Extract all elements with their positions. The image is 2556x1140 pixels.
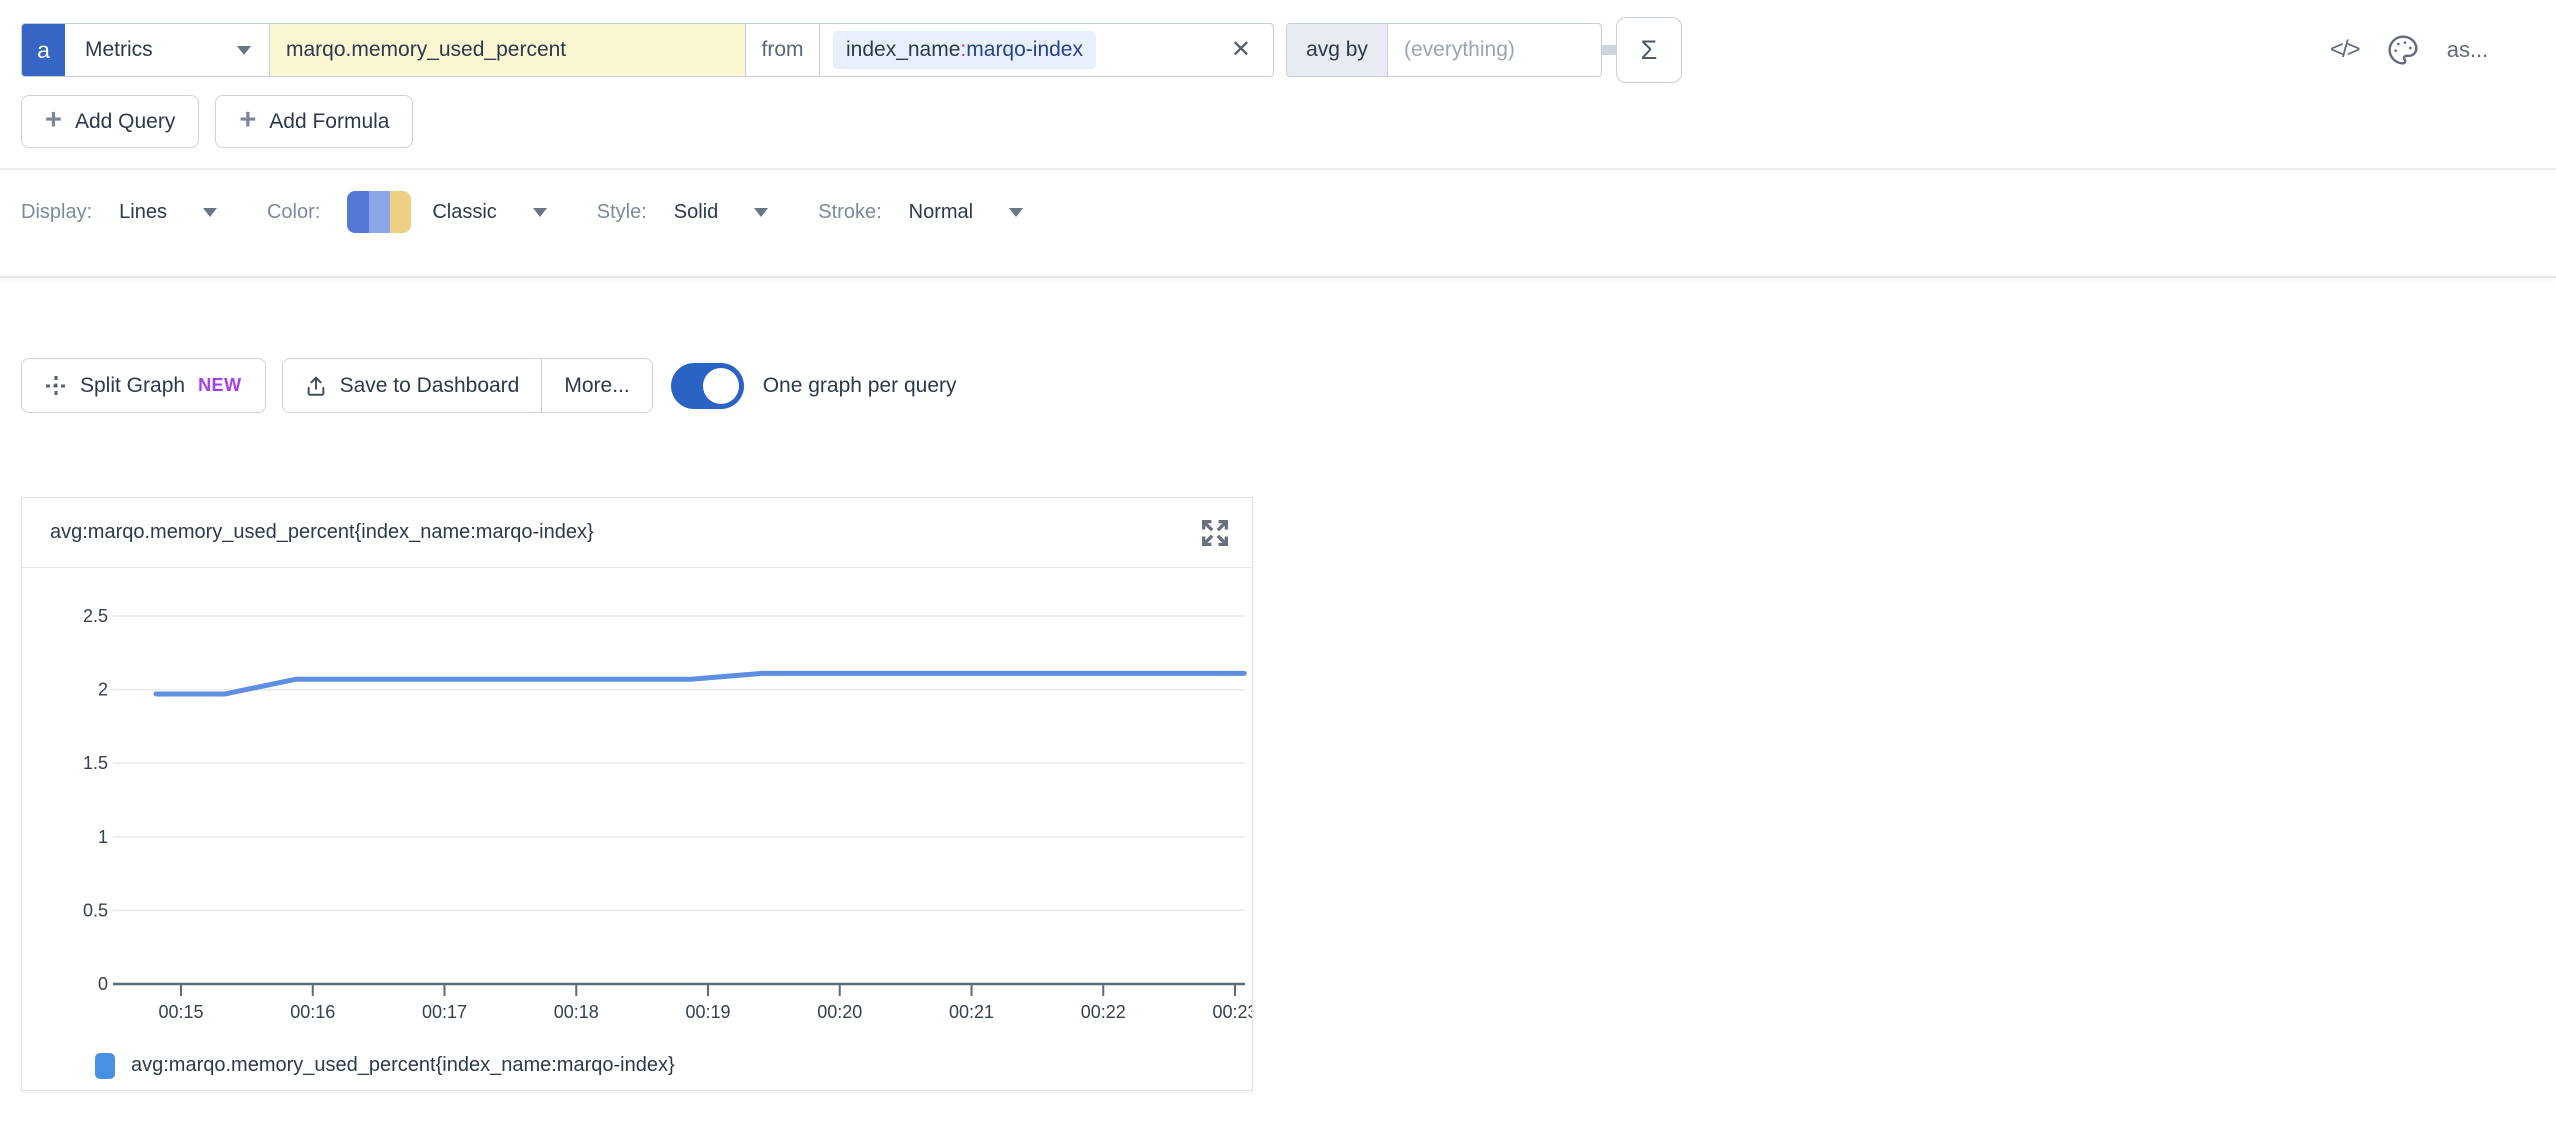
- save-more-group: Save to Dashboard More...: [282, 358, 653, 413]
- legend-label[interactable]: avg:marqo.memory_used_percent{index_name…: [131, 1054, 675, 1077]
- data-source-dropdown[interactable]: Metrics: [65, 24, 269, 76]
- as-button[interactable]: as...: [2447, 37, 2489, 63]
- code-icon[interactable]: </>: [2330, 36, 2359, 64]
- save-to-dashboard-label: Save to Dashboard: [340, 374, 520, 398]
- expand-icon: [1198, 516, 1232, 550]
- svg-text:00:20: 00:20: [817, 1002, 862, 1022]
- display-dropdown[interactable]: Lines: [119, 201, 167, 224]
- palette-swatch-segment: [347, 191, 368, 233]
- palette-swatch[interactable]: [347, 191, 411, 233]
- section-divider: [0, 276, 2556, 278]
- palette-swatch-segment: [390, 191, 411, 233]
- stroke-label: Stroke:: [818, 201, 881, 224]
- svg-text:00:19: 00:19: [685, 1002, 730, 1022]
- split-graph-icon: [45, 375, 67, 397]
- stroke-dropdown[interactable]: Normal: [909, 201, 973, 224]
- stroke-option: Stroke: Normal: [818, 201, 1023, 224]
- svg-text:00:16: 00:16: [290, 1002, 335, 1022]
- sigma-connector: [1602, 45, 1616, 55]
- query-toolbar-right: </> as...: [2330, 16, 2488, 84]
- palette-icon[interactable]: [2387, 34, 2419, 66]
- section-divider: [0, 168, 2556, 170]
- svg-text:00:22: 00:22: [1081, 1002, 1126, 1022]
- query-letter-badge[interactable]: a: [22, 24, 65, 76]
- more-label: More...: [564, 374, 629, 398]
- query-bar: a Metrics marqo.memory_used_percent from…: [21, 16, 1682, 84]
- chart-legend: avg:marqo.memory_used_percent{index_name…: [22, 1041, 1252, 1090]
- svg-text:1: 1: [98, 827, 108, 847]
- svg-text:1.5: 1.5: [83, 753, 108, 773]
- metrics-explorer-screen: a Metrics marqo.memory_used_percent from…: [0, 0, 2556, 1140]
- chevron-down-icon[interactable]: [754, 208, 768, 217]
- svg-text:0.5: 0.5: [83, 900, 108, 920]
- new-badge: NEW: [198, 375, 242, 396]
- panel-header: avg:marqo.memory_used_percent{index_name…: [22, 498, 1252, 568]
- query-definition-group: a Metrics marqo.memory_used_percent from…: [21, 23, 1274, 77]
- split-graph-label: Split Graph: [80, 374, 185, 398]
- plus-icon: +: [239, 106, 256, 135]
- aggregation-group: avg by (everything): [1286, 23, 1602, 77]
- palette-swatch-segment: [369, 191, 390, 233]
- color-label: Color:: [267, 201, 320, 224]
- svg-text:0: 0: [98, 974, 108, 994]
- data-source-value: Metrics: [85, 38, 153, 62]
- style-option: Style: Solid: [597, 201, 769, 224]
- display-options-row: Display: Lines Color: Classic Style: Sol…: [21, 189, 1023, 235]
- legend-swatch[interactable]: [95, 1053, 115, 1079]
- aggregator-button[interactable]: avg by: [1287, 24, 1387, 76]
- group-by-input[interactable]: (everything): [1387, 24, 1601, 76]
- plus-icon: +: [45, 106, 62, 135]
- split-graph-button[interactable]: Split Graph NEW: [21, 358, 266, 413]
- chevron-down-icon[interactable]: [203, 208, 217, 217]
- upload-icon: [305, 374, 327, 398]
- metric-name-input[interactable]: marqo.memory_used_percent: [269, 24, 745, 76]
- timeseries-panel: avg:marqo.memory_used_percent{index_name…: [21, 497, 1253, 1091]
- add-query-label: Add Query: [75, 110, 175, 134]
- chevron-down-icon[interactable]: [533, 208, 547, 217]
- add-formula-button[interactable]: + Add Formula: [215, 95, 413, 148]
- display-option: Display: Lines: [21, 201, 217, 224]
- save-to-dashboard-button[interactable]: Save to Dashboard: [283, 359, 542, 412]
- expand-button[interactable]: [1198, 516, 1232, 550]
- style-dropdown[interactable]: Solid: [674, 201, 718, 224]
- one-graph-per-query-label: One graph per query: [763, 374, 957, 398]
- from-label: from: [745, 24, 819, 76]
- style-label: Style:: [597, 201, 647, 224]
- svg-text:00:18: 00:18: [554, 1002, 599, 1022]
- graph-actions-row: Split Graph NEW Save to Dashboard More..…: [21, 358, 957, 413]
- add-query-button[interactable]: + Add Query: [21, 95, 199, 148]
- display-label: Display:: [21, 201, 92, 224]
- svg-text:00:17: 00:17: [422, 1002, 467, 1022]
- color-option: Color: Classic: [267, 191, 547, 233]
- one-graph-per-query-toggle[interactable]: [671, 363, 744, 409]
- close-icon[interactable]: ✕: [1231, 38, 1251, 62]
- add-formula-label: Add Formula: [269, 110, 389, 134]
- chart-area[interactable]: 0 0.5 1 1.5 2 2.5 00:15 00:16 00:17 00:18 00:19 00:…: [22, 568, 1252, 1041]
- color-dropdown[interactable]: Classic: [432, 201, 496, 224]
- add-row: + Add Query + Add Formula: [21, 95, 413, 148]
- svg-text:2: 2: [98, 680, 108, 700]
- chevron-down-icon[interactable]: [1009, 208, 1023, 217]
- toggle-knob: [703, 368, 739, 404]
- svg-text:00:23: 00:23: [1212, 1002, 1252, 1022]
- filter-segment: index_name : marqo-index ✕: [819, 24, 1273, 76]
- chevron-down-icon: [237, 46, 251, 55]
- more-button[interactable]: More...: [542, 359, 651, 412]
- filter-tag-key: index_name: [846, 38, 960, 62]
- svg-text:00:21: 00:21: [949, 1002, 994, 1022]
- sigma-function-button[interactable]: Σ: [1616, 17, 1682, 83]
- timeseries-svg: 0 0.5 1 1.5 2 2.5 00:15 00:16 00:17 00:18 00:19 00:…: [22, 568, 1252, 1041]
- chart-title: avg:marqo.memory_used_percent{index_name…: [50, 521, 1198, 544]
- filter-tag[interactable]: index_name : marqo-index: [833, 31, 1096, 69]
- filter-tag-value: marqo-index: [966, 38, 1083, 62]
- svg-text:2.5: 2.5: [83, 606, 108, 626]
- svg-text:00:15: 00:15: [158, 1002, 203, 1022]
